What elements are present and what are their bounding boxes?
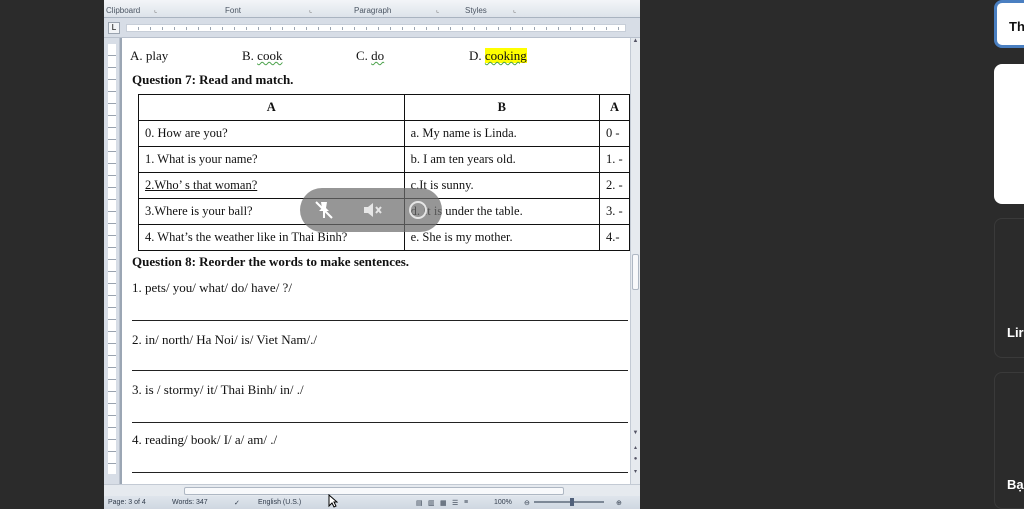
tab-selector-icon[interactable]: L	[108, 22, 120, 34]
next-page-icon[interactable]: ▾	[632, 468, 639, 476]
proofing-icon[interactable]: ✓	[234, 499, 240, 507]
answer-line	[132, 320, 628, 321]
answer-line	[132, 422, 628, 423]
ribbon-group-styles[interactable]: Styles	[465, 6, 487, 15]
table-header: B	[403, 94, 600, 121]
option-b: B. cook	[242, 48, 282, 64]
participant-tile-1-label: Th	[1009, 19, 1024, 34]
mute-icon[interactable]	[360, 198, 384, 222]
table-cell: 4.-	[598, 224, 630, 251]
zoom-in-icon[interactable]: ⊕	[616, 499, 622, 507]
draft-icon[interactable]: ≡	[464, 499, 468, 506]
question-8-heading: Question 8: Reorder the words to make se…	[132, 254, 410, 269]
ribbon-group-font[interactable]: Font	[225, 6, 241, 15]
table-cell: 2. -	[598, 172, 630, 199]
participant-tile-1[interactable]: Th	[994, 0, 1024, 48]
vertical-ruler-track[interactable]	[108, 44, 116, 474]
web-layout-icon[interactable]: ▦	[440, 499, 447, 507]
language-indicator[interactable]: English (U.S.)	[258, 499, 301, 506]
ribbon: Clipboard ⌞ Font ⌞ Paragraph ⌞ Styles ⌞	[104, 0, 640, 18]
table-row: 0. How are you? a. My name is Linda. 0 -	[138, 120, 630, 147]
minimize-icon[interactable]	[406, 198, 430, 222]
word-count[interactable]: Words: 347	[172, 499, 208, 506]
meeting-overlay-controls	[300, 188, 442, 232]
option-c: C. do	[356, 48, 384, 64]
reorder-item: 4. reading/ book/ I/ a/ am/ ./	[132, 432, 278, 447]
scroll-up-icon[interactable]: ▲	[632, 38, 639, 46]
option-d-word: cooking	[484, 48, 527, 63]
ruler-track[interactable]	[126, 24, 626, 32]
reorder-item: 2. in/ north/ Ha Noi/ is/ Viet Nam/./	[132, 332, 317, 347]
option-d: D. cooking	[469, 48, 527, 64]
option-b-prefix: B.	[242, 48, 258, 63]
option-b-word: cook	[257, 48, 283, 63]
option-a: A. play	[130, 48, 169, 63]
styles-launcher-icon[interactable]: ⌞	[513, 6, 516, 14]
answer-line	[132, 472, 628, 473]
vertical-scroll-thumb[interactable]	[632, 254, 639, 290]
clipboard-launcher-icon[interactable]: ⌞	[154, 6, 157, 14]
outline-icon[interactable]: ☰	[452, 499, 458, 507]
paragraph-launcher-icon[interactable]: ⌞	[436, 6, 439, 14]
zoom-slider[interactable]	[534, 501, 604, 503]
page-count[interactable]: Page: 3 of 4	[108, 499, 146, 506]
horizontal-scroll-thumb[interactable]	[184, 487, 564, 495]
horizontal-scrollbar[interactable]	[104, 484, 640, 496]
table-cell: a. My name is Linda.	[403, 120, 600, 147]
unpin-icon[interactable]	[312, 198, 336, 222]
option-c-prefix: C.	[356, 48, 372, 63]
side-panel-card	[994, 64, 1024, 204]
document-page[interactable]: A. play B. cook C. do D. cooking Questio…	[122, 38, 630, 484]
table-header: A	[138, 94, 405, 121]
font-launcher-icon[interactable]: ⌞	[309, 6, 312, 14]
previous-page-icon[interactable]: ▴	[632, 444, 639, 452]
reorder-item: 1. pets/ you/ what/ do/ have/ ?/	[132, 280, 292, 295]
table-header-row: A B A	[138, 94, 630, 121]
participant-tile-2[interactable]: Lir	[994, 218, 1024, 358]
answer-line	[132, 370, 628, 371]
table-row: 1. What is your name? b. I am ten years …	[138, 146, 630, 173]
horizontal-ruler[interactable]: L	[104, 18, 640, 38]
zoom-out-icon[interactable]: ⊖	[524, 499, 530, 507]
vertical-ruler[interactable]	[104, 38, 120, 484]
select-browse-object-icon[interactable]: ●	[632, 456, 639, 464]
print-layout-icon[interactable]: ▤	[416, 499, 423, 507]
table-cell: 3. -	[598, 198, 630, 225]
participant-tile-2-label: Lir	[1007, 325, 1024, 340]
question-7-heading: Question 7: Read and match.	[132, 72, 294, 87]
table-cell: b. I am ten years old.	[403, 146, 600, 173]
participant-tile-3-label: Bạ	[1007, 477, 1024, 492]
option-c-word: do	[371, 48, 385, 63]
zoom-level[interactable]: 100%	[494, 499, 512, 506]
scroll-down-icon[interactable]: ▼	[632, 430, 639, 438]
table-cell: e. She is my mother.	[403, 224, 600, 251]
word-window: Clipboard ⌞ Font ⌞ Paragraph ⌞ Styles ⌞ …	[104, 0, 640, 509]
status-bar: Page: 3 of 4 Words: 347 ✓ English (U.S.)…	[104, 496, 640, 509]
participant-tile-3[interactable]: Bạ	[994, 372, 1024, 509]
table-cell: 0. How are you?	[138, 120, 405, 147]
ribbon-group-paragraph[interactable]: Paragraph	[354, 6, 391, 15]
vertical-scrollbar[interactable]: ▲ ▼ ▴ ● ▾	[630, 38, 640, 484]
reorder-item: 3. is / stormy/ it/ Thai Binh/ in/ ./	[132, 382, 304, 397]
zoom-slider-knob[interactable]	[570, 498, 574, 506]
table-header: A	[598, 94, 630, 121]
table-cell: 1. -	[598, 146, 630, 173]
option-d-prefix: D.	[469, 48, 485, 63]
table-cell: 1. What is your name?	[138, 146, 405, 173]
mouse-cursor-icon	[328, 494, 338, 508]
ribbon-group-clipboard[interactable]: Clipboard	[106, 6, 140, 15]
table-cell: 0 -	[598, 120, 630, 147]
full-screen-reading-icon[interactable]: ▥	[428, 499, 435, 507]
